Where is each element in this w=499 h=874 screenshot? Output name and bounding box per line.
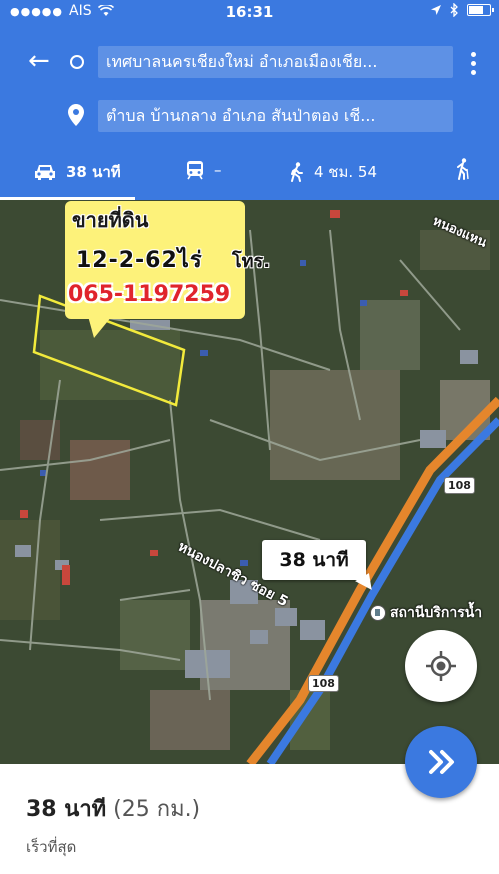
car-icon [35,165,55,180]
start-navigation-button[interactable] [405,726,477,798]
destination-field[interactable]: ตำบล บ้านกลาง อำเภอ สันป่าตอง เชี... [98,100,453,132]
person-icon[interactable] [455,158,469,180]
bluetooth-icon [450,3,458,17]
drive-time: 38 นาที [66,163,121,181]
location-arrow-icon [431,5,441,15]
route-distance: (25 กม.) [113,797,201,822]
train-icon [187,161,203,180]
my-location-button[interactable] [405,630,477,702]
top-app-bar: ●●●●● AIS 16:31 ← เทศบาลนครเชียงใหม่ อำเ… [0,0,499,200]
map-view[interactable]: ขายที่ดิน 12-2-62ไร่ โทร. 065-1197259 หน… [0,200,499,764]
double-chevron-right-icon [429,750,454,774]
back-arrow-icon[interactable]: ← [28,48,50,74]
destination-row: ตำบล บ้านกลาง อำเภอ สันป่าตอง เชี... [0,94,499,138]
battery-level [469,6,483,14]
origin-field[interactable]: เทศบาลนครเชียงใหม่ อำเภอเมืองเชีย... [98,46,453,78]
walk-icon [291,162,303,182]
tab-transit[interactable]: – [186,160,222,180]
walk-time: 4 ชม. 54 [314,163,378,181]
status-bar: ●●●●● AIS 16:31 [0,0,499,24]
route-note: เร็วที่สุด [26,838,77,856]
status-time: 16:31 [225,3,274,21]
travel-mode-tabs: 38 นาที – 4 ชม. 54 [0,152,499,200]
more-vert-icon[interactable] [471,52,477,79]
route-duration: 38 นาที [26,797,107,822]
origin-dot-icon [70,55,84,69]
transit-time: – [214,161,222,179]
crosshair-icon [426,651,456,681]
battery-icon [467,4,494,16]
route-summary: 38 นาที (25 กม.) [26,791,200,826]
origin-row: ← เทศบาลนครเชียงใหม่ อำเภอเมืองเชีย... [0,40,499,84]
tab-walk[interactable]: 4 ชม. 54 [290,160,377,184]
tab-drive[interactable]: 38 นาที [34,160,121,184]
destination-pin-icon [68,104,84,126]
